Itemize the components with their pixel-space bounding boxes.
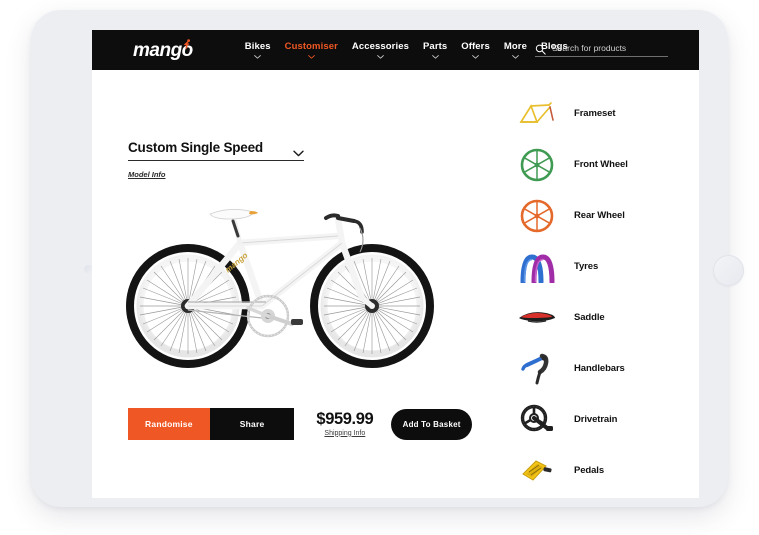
- add-to-basket-button[interactable]: Add To Basket: [391, 408, 472, 440]
- chevron-down-icon: [293, 144, 304, 157]
- nav-links: Bikes Customiser Accessories Parts Offer…: [245, 41, 568, 59]
- nav-item-label: Accessories: [351, 41, 409, 52]
- sidebar-item-pedals[interactable]: Pedals: [492, 445, 699, 496]
- chevron-down-icon: [307, 55, 315, 59]
- nav-item-label: Customiser: [284, 41, 338, 52]
- wheel-icon: [514, 144, 560, 186]
- randomise-button[interactable]: Randomise: [128, 408, 210, 440]
- nav-item-parts[interactable]: Parts: [423, 41, 447, 59]
- sidebar-item-rear-wheel[interactable]: Rear Wheel: [492, 190, 699, 241]
- share-button[interactable]: Share: [209, 408, 295, 440]
- sidebar-item-label: Drivetrain: [574, 414, 618, 425]
- cyclist-icon: [180, 34, 192, 49]
- top-navigation-bar: mango Bikes Customiser Accessories Parts…: [92, 30, 699, 70]
- sidebar-item-drivetrain[interactable]: Drivetrain: [492, 394, 699, 445]
- model-info-link[interactable]: Model Info: [128, 170, 166, 179]
- chevron-down-icon: [377, 55, 384, 59]
- nav-item-more[interactable]: More: [504, 41, 527, 59]
- search-input[interactable]: [552, 42, 662, 53]
- action-bar: Randomise Share $959.99 Shipping Info Ad…: [128, 408, 472, 440]
- sidebar-item-label: Front Wheel: [574, 159, 628, 170]
- wheel-icon: [514, 195, 560, 237]
- model-selector: Custom Single Speed Model Info: [128, 140, 304, 182]
- nav-item-label: More: [503, 41, 527, 52]
- nav-item-offers[interactable]: Offers: [461, 41, 490, 59]
- tablet-device: mango Bikes Customiser Accessories Parts…: [31, 10, 744, 507]
- search-bar[interactable]: [535, 42, 668, 57]
- nav-item-accessories[interactable]: Accessories: [352, 41, 409, 59]
- chevron-down-icon: [254, 55, 262, 59]
- chevron-down-icon: [472, 55, 479, 59]
- page-title: Custom Single Speed: [128, 140, 263, 155]
- shipping-info-link[interactable]: Shipping Info: [324, 430, 365, 437]
- handlebars-icon: [514, 348, 560, 390]
- home-button[interactable]: [713, 255, 744, 286]
- sidebar-item-tyres[interactable]: Tyres: [492, 241, 699, 292]
- nav-item-label: Bikes: [244, 41, 271, 52]
- sidebar-item-label: Pedals: [574, 465, 605, 476]
- model-dropdown[interactable]: Custom Single Speed: [128, 140, 304, 161]
- sidebar-item-label: Rear Wheel: [574, 210, 625, 221]
- saddle-icon: [514, 297, 560, 339]
- sidebar-item-label: Frameset: [574, 108, 616, 119]
- customiser-main-panel: Custom Single Speed Model Info mango Ran…: [92, 70, 492, 498]
- sidebar-item-label: Handlebars: [574, 363, 625, 374]
- nav-item-customiser[interactable]: Customiser: [285, 41, 338, 59]
- bicycle-preview-image: mango: [110, 188, 462, 388]
- tablet-screen: mango Bikes Customiser Accessories Parts…: [92, 30, 699, 498]
- sidebar-item-saddle[interactable]: Saddle: [492, 292, 699, 343]
- price-value: $959.99: [316, 410, 374, 429]
- sidebar-item-handlebars[interactable]: Handlebars: [492, 343, 699, 394]
- pedals-icon: [514, 450, 560, 492]
- component-sidebar: Frameset Front Wheel Rear Wheel Tyres Sa…: [492, 70, 699, 498]
- nav-item-label: Parts: [423, 41, 448, 52]
- nav-item-label: Offers: [461, 41, 490, 52]
- sidebar-item-frameset[interactable]: Frameset: [492, 88, 699, 139]
- sidebar-item-front-wheel[interactable]: Front Wheel: [492, 139, 699, 190]
- drivetrain-icon: [514, 399, 560, 441]
- sidebar-item-label: Saddle: [574, 312, 605, 323]
- chevron-down-icon: [431, 55, 439, 59]
- brand-logo[interactable]: mango: [133, 38, 193, 60]
- frameset-icon: [514, 93, 560, 135]
- price-block: $959.99 Shipping Info: [316, 411, 373, 437]
- search-icon: [535, 42, 546, 55]
- nav-item-bikes[interactable]: Bikes: [245, 41, 271, 59]
- tyres-icon: [514, 246, 560, 288]
- sidebar-item-label: Tyres: [574, 261, 599, 272]
- scene: mango Bikes Customiser Accessories Parts…: [0, 0, 759, 535]
- chevron-down-icon: [512, 55, 519, 59]
